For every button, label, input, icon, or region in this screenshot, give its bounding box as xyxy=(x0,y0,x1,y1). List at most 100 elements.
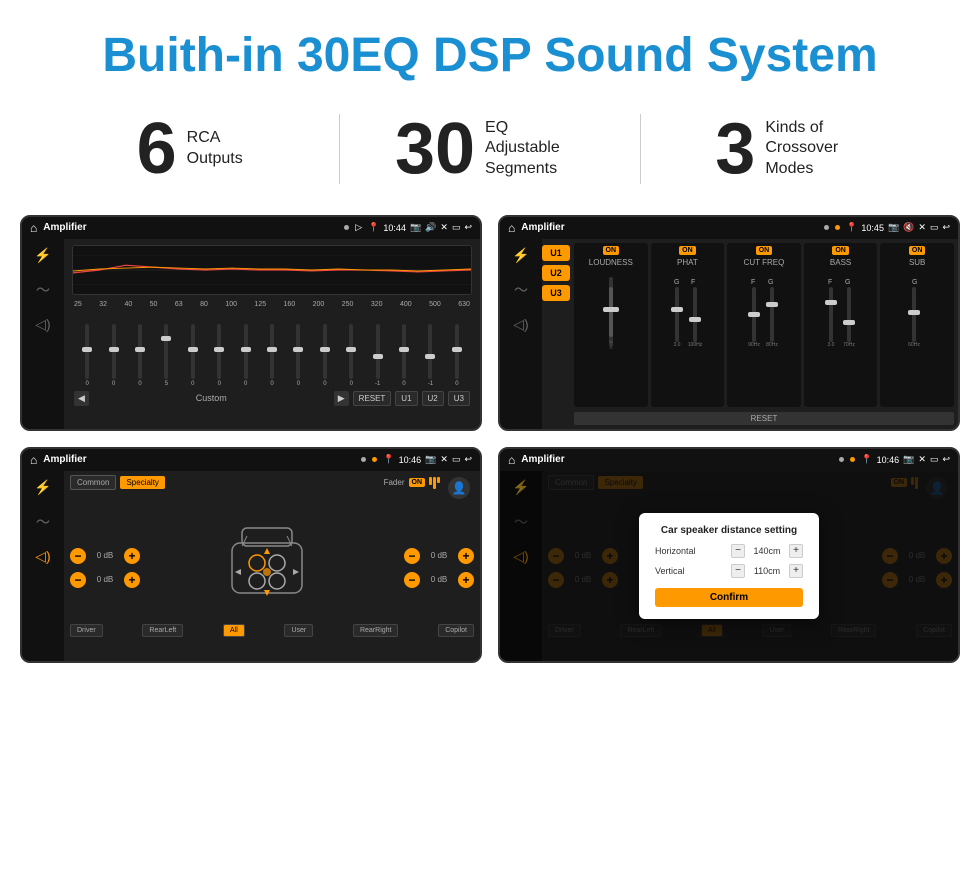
stat-number-rca: 6 xyxy=(137,113,177,185)
all-btn[interactable]: All xyxy=(223,624,245,637)
eq-prev-btn[interactable]: ◀ xyxy=(74,391,89,406)
channel-loudness: ON LOUDNESS ~ ~ xyxy=(574,243,648,407)
back-icon-3[interactable]: ↩ xyxy=(464,454,472,465)
eq-slider-2[interactable]: 0 xyxy=(127,324,153,387)
specialty-btn[interactable]: Specialty xyxy=(120,476,164,489)
eq-slider-12[interactable]: 0 xyxy=(391,324,417,387)
vol-minus-bl[interactable]: − xyxy=(70,572,86,588)
eq-slider-13[interactable]: -1 xyxy=(417,324,443,387)
user-btn[interactable]: User xyxy=(284,624,313,637)
vol-plus-br[interactable]: + xyxy=(458,572,474,588)
confirm-button[interactable]: Confirm xyxy=(655,588,803,607)
eq-slider-4[interactable]: 0 xyxy=(180,324,206,387)
svg-text:90Hz: 90Hz xyxy=(748,342,760,348)
eq-slider-0[interactable]: 0 xyxy=(74,324,100,387)
horizontal-minus-btn[interactable]: − xyxy=(731,544,745,558)
common-btn[interactable]: Common xyxy=(70,475,116,490)
u1-preset-btn[interactable]: U1 xyxy=(542,245,570,261)
eq-slider-9[interactable]: 0 xyxy=(312,324,338,387)
eq-icon[interactable]: ⚡ xyxy=(34,247,51,264)
vol-minus-tl[interactable]: − xyxy=(70,548,86,564)
eq-slider-11[interactable]: -1 xyxy=(364,324,390,387)
home-icon-1[interactable]: ⌂ xyxy=(30,221,37,235)
volume-icon-2: 🔇 xyxy=(903,222,914,233)
eq-slider-10[interactable]: 0 xyxy=(338,324,364,387)
svg-text:100Hz: 100Hz xyxy=(688,342,703,348)
balance-screen: ⌂ Amplifier 📍 10:46 📷 ✕ ▭ ↩ ⚡ 〜 ◁) Commo… xyxy=(20,447,482,663)
eq-icon-3[interactable]: ⚡ xyxy=(34,479,51,496)
svg-text:G: G xyxy=(845,279,850,286)
eq-u3-btn[interactable]: U3 xyxy=(448,391,470,406)
rear-right-btn[interactable]: RearRight xyxy=(353,624,399,637)
u2-preset-btn[interactable]: U2 xyxy=(542,265,570,281)
channel-slider-cutfreq[interactable]: F G 90Hz 80Hz xyxy=(730,267,798,357)
u-presets-panel: U1 U2 U3 xyxy=(542,239,570,429)
on-badge-cutfreq: ON xyxy=(756,246,773,255)
home-icon-3[interactable]: ⌂ xyxy=(30,453,37,467)
balance-top-row: Common Specialty Fader ON 👤 xyxy=(70,475,474,490)
on-badge-sub: ON xyxy=(909,246,926,255)
balance-screen-content: ⚡ 〜 ◁) Common Specialty Fader ON xyxy=(22,471,480,661)
back-icon-1[interactable]: ↩ xyxy=(464,222,472,233)
time-3: 10:46 xyxy=(399,455,422,465)
eq-slider-5[interactable]: 0 xyxy=(206,324,232,387)
close-icon-1[interactable]: ✕ xyxy=(440,222,448,233)
dialog-overlay: Car speaker distance setting Horizontal … xyxy=(500,471,958,661)
copilot-btn[interactable]: Copilot xyxy=(438,624,474,637)
eq-slider-6[interactable]: 0 xyxy=(232,324,258,387)
vol-minus-tr[interactable]: − xyxy=(404,548,420,564)
svg-text:~: ~ xyxy=(609,346,613,352)
eq-reset-btn[interactable]: RESET xyxy=(353,391,392,406)
status-bar-2: ⌂ Amplifier 📍 10:45 📷 🔇 ✕ ▭ ↩ xyxy=(500,217,958,239)
time-2: 10:45 xyxy=(861,223,884,233)
channel-name-loudness: LOUDNESS xyxy=(577,258,645,267)
fader-label: Fader xyxy=(384,478,405,487)
u3-preset-btn[interactable]: U3 xyxy=(542,285,570,301)
vol-plus-tr[interactable]: + xyxy=(458,548,474,564)
channel-slider-loudness[interactable]: ~ ~ xyxy=(577,267,645,357)
eq-next-btn[interactable]: ▶ xyxy=(334,391,349,406)
battery-icon-4: ▭ xyxy=(930,454,939,465)
speaker-icon-2[interactable]: ◁) xyxy=(513,316,528,333)
vertical-minus-btn[interactable]: − xyxy=(731,564,745,578)
home-icon-2[interactable]: ⌂ xyxy=(508,221,515,235)
close-icon-2[interactable]: ✕ xyxy=(918,222,926,233)
app-name-3: Amplifier xyxy=(43,454,355,465)
vol-plus-bl[interactable]: + xyxy=(124,572,140,588)
eq-slider-14[interactable]: 0 xyxy=(444,324,470,387)
svg-text:80Hz: 80Hz xyxy=(766,342,778,348)
wave-icon-2[interactable]: 〜 xyxy=(514,280,528,300)
back-icon-2[interactable]: ↩ xyxy=(942,222,950,233)
eq-u2-btn[interactable]: U2 xyxy=(422,391,444,406)
channel-slider-sub[interactable]: G 60Hz xyxy=(883,267,951,357)
channel-slider-bass[interactable]: F G 3.0 70Hz xyxy=(807,267,875,357)
channel-sub: ON SUB G 60Hz xyxy=(880,243,954,407)
horizontal-value: 140cm xyxy=(749,546,785,556)
vertical-plus-btn[interactable]: + xyxy=(789,564,803,578)
speaker-icon-3[interactable]: ◁) xyxy=(35,548,50,565)
eq-icon-2[interactable]: ⚡ xyxy=(512,247,529,264)
vol-plus-tl[interactable]: + xyxy=(124,548,140,564)
wave-icon[interactable]: 〜 xyxy=(36,280,50,300)
vol-minus-br[interactable]: − xyxy=(404,572,420,588)
svg-text:F: F xyxy=(751,279,755,286)
eq-slider-8[interactable]: 0 xyxy=(285,324,311,387)
eq-slider-3[interactable]: 5 xyxy=(153,324,179,387)
close-icon-4[interactable]: ✕ xyxy=(918,454,926,465)
speaker-icon[interactable]: ◁) xyxy=(35,316,50,333)
eq-slider-1[interactable]: 0 xyxy=(100,324,126,387)
svg-text:F: F xyxy=(691,279,695,286)
home-icon-4[interactable]: ⌂ xyxy=(508,453,515,467)
crossover-reset-btn[interactable]: RESET xyxy=(574,412,954,425)
back-icon-4[interactable]: ↩ xyxy=(942,454,950,465)
rear-left-btn[interactable]: RearLeft xyxy=(142,624,183,637)
eq-slider-7[interactable]: 0 xyxy=(259,324,285,387)
close-icon-3[interactable]: ✕ xyxy=(440,454,448,465)
horizontal-plus-btn[interactable]: + xyxy=(789,544,803,558)
eq-sidebar: ⚡ 〜 ◁) xyxy=(22,239,64,429)
eq-u1-btn[interactable]: U1 xyxy=(395,391,417,406)
crossover-sidebar: ⚡ 〜 ◁) xyxy=(500,239,542,429)
wave-icon-3[interactable]: 〜 xyxy=(36,512,50,532)
channel-slider-phat[interactable]: G F 3.0 100Hz xyxy=(654,267,722,357)
driver-btn[interactable]: Driver xyxy=(70,624,103,637)
